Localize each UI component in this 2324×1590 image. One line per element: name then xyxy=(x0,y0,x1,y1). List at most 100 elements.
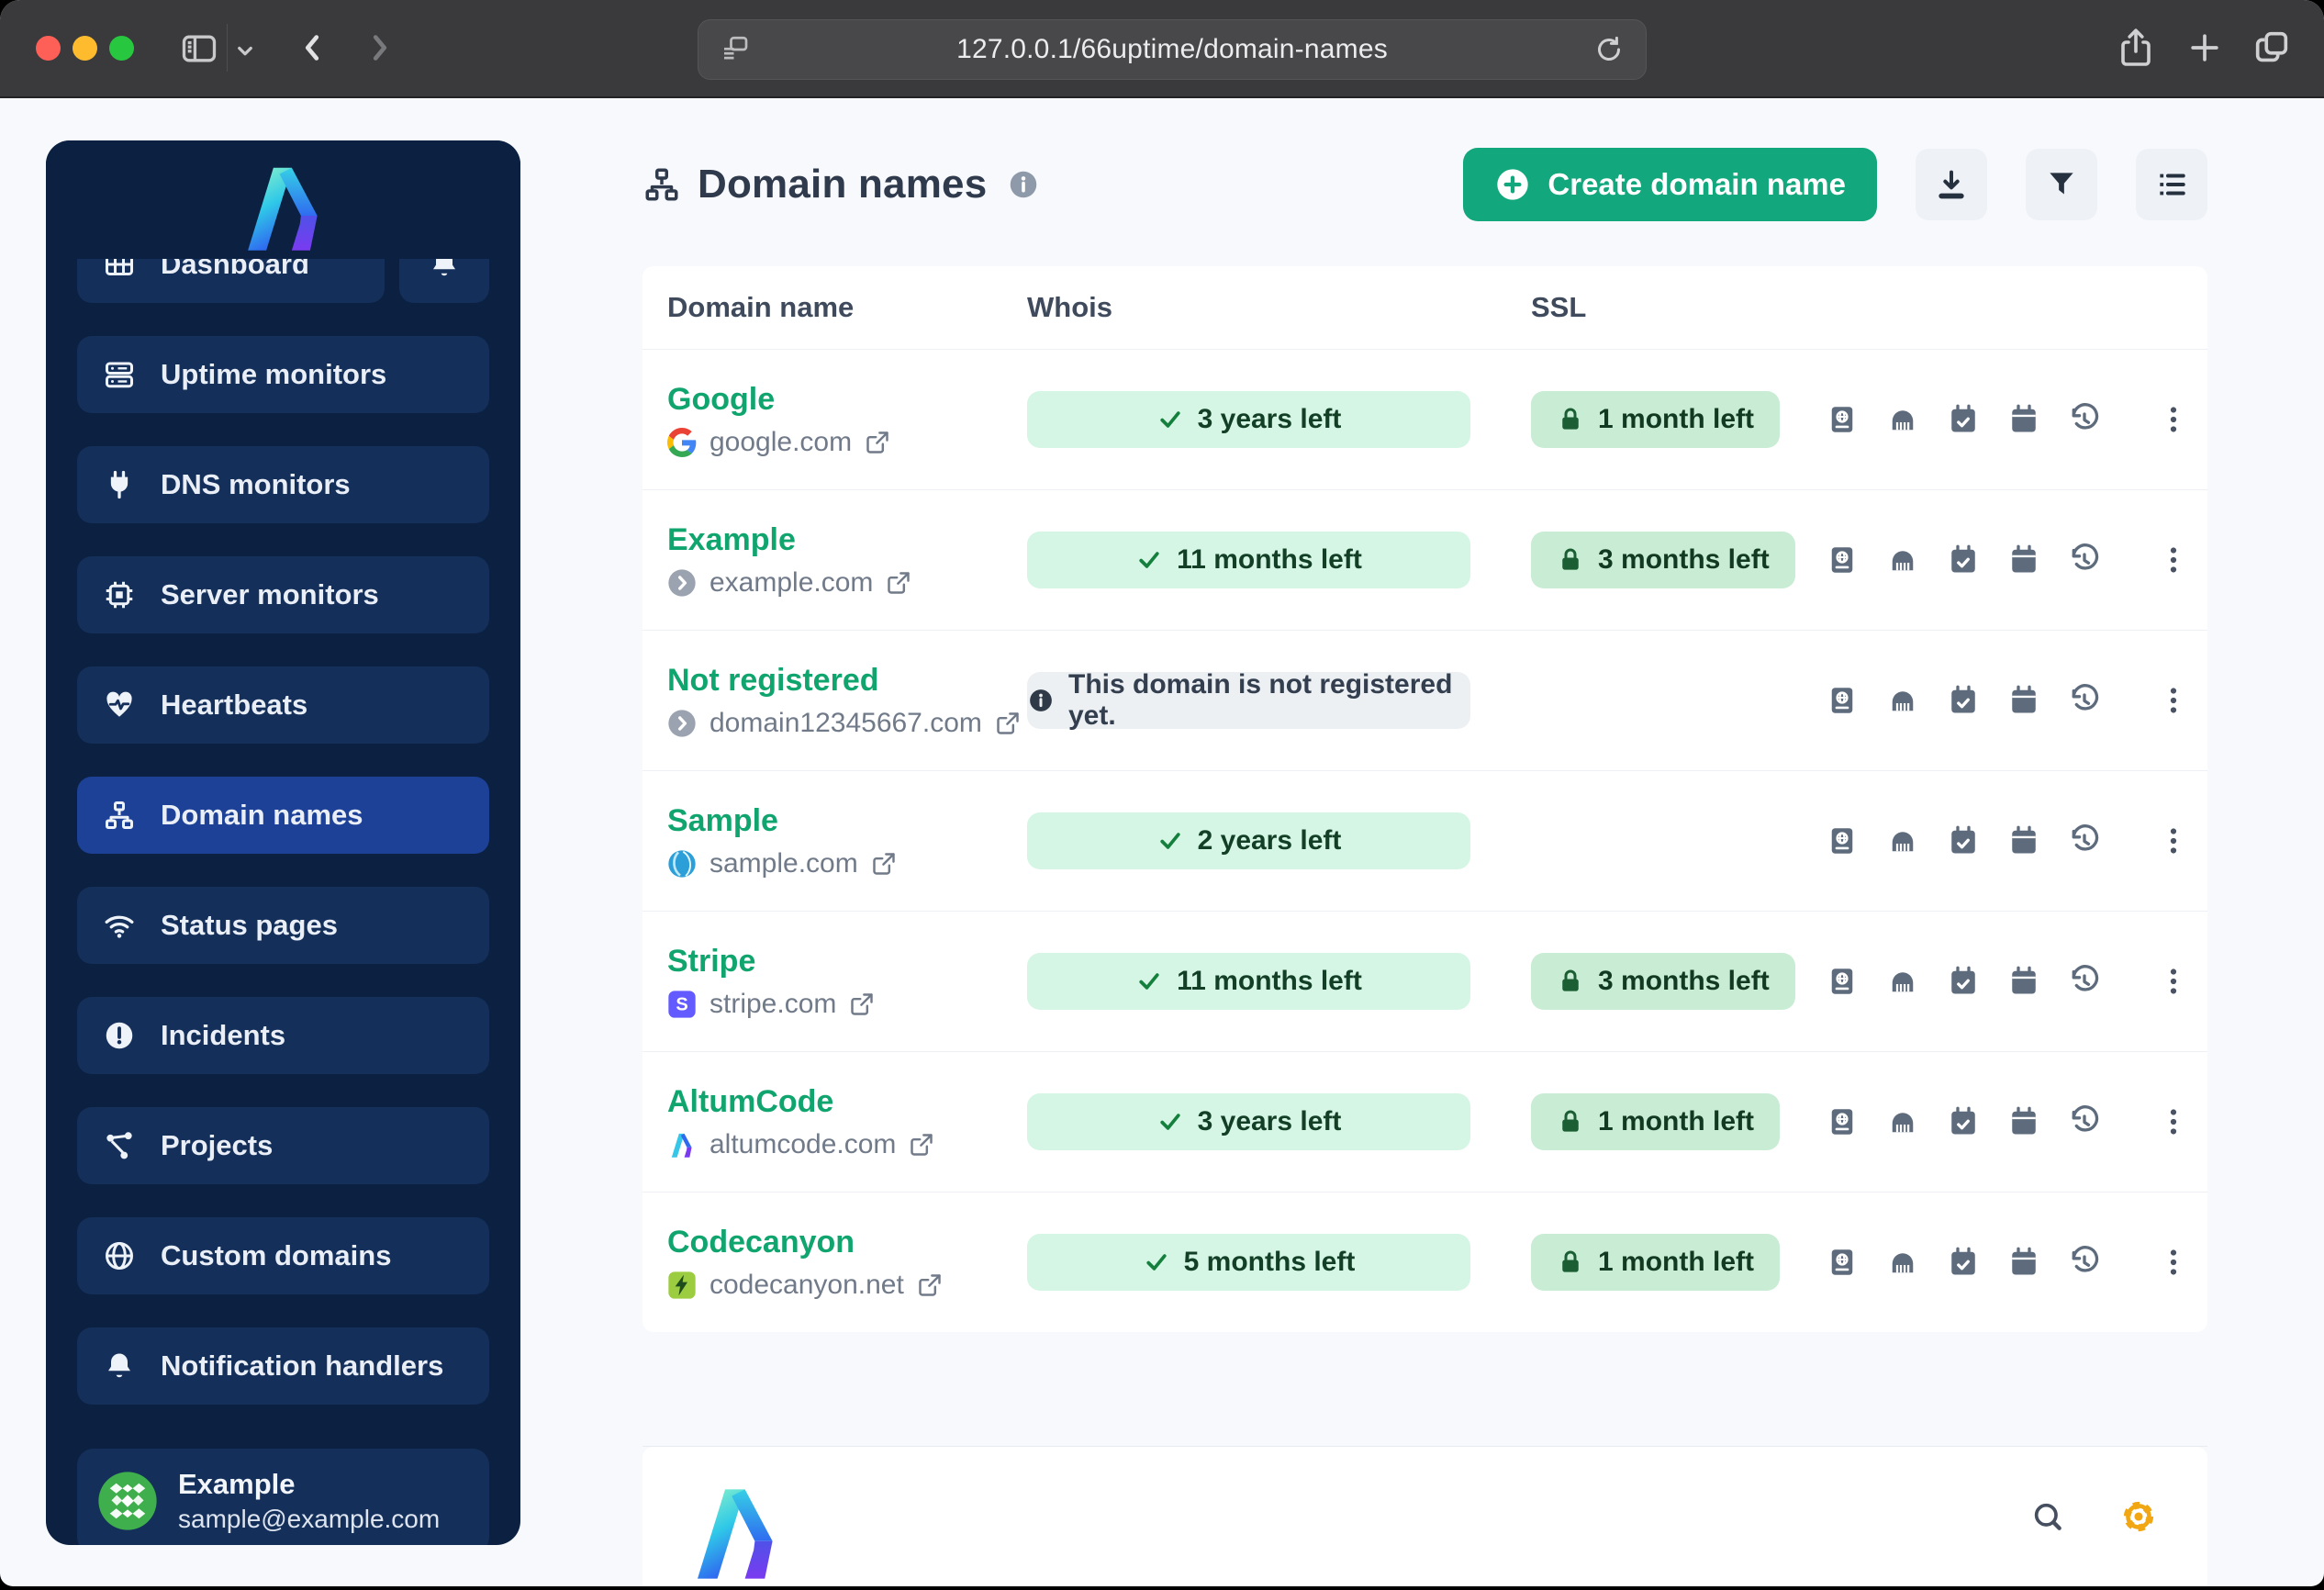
hosting-info-button[interactable] xyxy=(1885,823,1920,858)
user-menu[interactable]: Example sample@example.com xyxy=(77,1449,489,1545)
history-button[interactable] xyxy=(2067,683,2102,718)
ssl-reminders-button[interactable] xyxy=(2006,683,2041,718)
hosting-info-button[interactable] xyxy=(1885,1104,1920,1139)
row-menu-button[interactable] xyxy=(2152,403,2195,436)
domain-title-link[interactable]: Not registered xyxy=(667,663,879,699)
sidebar-item-domain-names[interactable]: Domain names xyxy=(77,777,489,854)
sidebar-item-heartbeats[interactable]: Heartbeats xyxy=(77,666,489,744)
sidebar-item-status-pages[interactable]: Status pages xyxy=(77,887,489,964)
close-window-button[interactable] xyxy=(36,36,61,61)
whois-reminders-button[interactable] xyxy=(1946,1245,1981,1280)
tab-overview-icon[interactable] xyxy=(2251,27,2293,69)
history-button[interactable] xyxy=(2067,1104,2102,1139)
ssl-reminders-button[interactable] xyxy=(2006,543,2041,577)
ssl-reminders-button[interactable] xyxy=(2006,1245,2041,1280)
row-menu-button[interactable] xyxy=(2152,1105,2195,1138)
sidebar-item-custom-domains[interactable]: Custom domains xyxy=(77,1217,489,1294)
whois-info-badge: This domain is not registered yet. xyxy=(1027,669,1470,731)
row-menu-button[interactable] xyxy=(2152,684,2195,717)
domain-title-link[interactable]: Example xyxy=(667,522,796,558)
row-menu-button[interactable] xyxy=(2152,543,2195,577)
external-link-icon[interactable] xyxy=(849,991,875,1017)
history-button[interactable] xyxy=(2067,402,2102,437)
whois-reminders-button[interactable] xyxy=(1946,823,1981,858)
whois-reminders-button[interactable] xyxy=(1946,683,1981,718)
history-button[interactable] xyxy=(2067,964,2102,999)
row-menu-button[interactable] xyxy=(2152,824,2195,857)
ssl-reminders-button[interactable] xyxy=(2006,1104,2041,1139)
filter-button[interactable] xyxy=(2026,149,2097,220)
history-button[interactable] xyxy=(2067,543,2102,577)
zoom-window-button[interactable] xyxy=(109,36,134,61)
whois-reminders-button[interactable] xyxy=(1946,543,1981,577)
address-bar[interactable]: 127.0.0.1/66uptime/domain-names xyxy=(698,19,1647,80)
calendar-check-icon xyxy=(1947,684,1980,717)
back-button[interactable] xyxy=(292,27,334,69)
hosting-info-button[interactable] xyxy=(1885,402,1920,437)
info-icon[interactable] xyxy=(1007,168,1040,201)
ssl-cell: 1 month left xyxy=(1531,1093,1806,1150)
history-icon xyxy=(2068,684,2101,717)
page-settings-icon[interactable] xyxy=(719,33,752,66)
lock-icon xyxy=(1557,968,1584,995)
sidebar-item-incidents[interactable]: Incidents xyxy=(77,997,489,1074)
history-button[interactable] xyxy=(2067,823,2102,858)
domain-title-link[interactable]: Google xyxy=(667,382,775,418)
export-button[interactable] xyxy=(1916,149,1987,220)
notifications-bell-button[interactable] xyxy=(399,259,489,303)
whois-reminders-button[interactable] xyxy=(1946,402,1981,437)
whois-details-button[interactable] xyxy=(1825,1245,1860,1280)
settings-button[interactable] xyxy=(2119,1497,2158,1536)
forward-button[interactable] xyxy=(358,27,400,69)
whois-reminders-button[interactable] xyxy=(1946,1104,1981,1139)
row-menu-button[interactable] xyxy=(2152,965,2195,998)
hosting-info-button[interactable] xyxy=(1885,543,1920,577)
sidebar-item-uptime-monitors[interactable]: Uptime monitors xyxy=(77,336,489,413)
hosting-info-button[interactable] xyxy=(1885,964,1920,999)
calendar-icon xyxy=(2007,1105,2040,1138)
sidebar-toggle-icon[interactable] xyxy=(179,28,219,69)
domain-title-link[interactable]: AltumCode xyxy=(667,1084,833,1120)
chevron-down-icon[interactable] xyxy=(231,37,259,64)
whois-details-button[interactable] xyxy=(1825,543,1860,577)
passport-icon xyxy=(1826,965,1859,998)
search-button[interactable] xyxy=(2029,1498,2066,1535)
external-link-icon[interactable] xyxy=(917,1272,943,1298)
whois-details-button[interactable] xyxy=(1825,964,1860,999)
history-button[interactable] xyxy=(2067,1245,2102,1280)
domain-title-link[interactable]: Sample xyxy=(667,803,778,839)
share-icon[interactable] xyxy=(2114,26,2158,70)
whois-details-button[interactable] xyxy=(1825,683,1860,718)
bell-icon xyxy=(102,1349,137,1383)
ssl-reminders-button[interactable] xyxy=(2006,964,2041,999)
ssl-reminders-button[interactable] xyxy=(2006,823,2041,858)
whois-details-button[interactable] xyxy=(1825,1104,1860,1139)
external-link-icon[interactable] xyxy=(865,430,890,455)
whois-details-button[interactable] xyxy=(1825,823,1860,858)
sidebar-item-server-monitors[interactable]: Server monitors xyxy=(77,556,489,633)
external-link-icon[interactable] xyxy=(909,1132,934,1158)
sidebar-item-projects[interactable]: Projects xyxy=(77,1107,489,1184)
row-menu-button[interactable] xyxy=(2152,1246,2195,1279)
minimize-window-button[interactable] xyxy=(73,36,97,61)
domain-url: google.com xyxy=(709,426,853,457)
reload-icon[interactable] xyxy=(1592,33,1626,66)
ssl-reminders-button[interactable] xyxy=(2006,402,2041,437)
domain-title-link[interactable]: Stripe xyxy=(667,944,755,980)
external-link-icon[interactable] xyxy=(871,851,897,877)
list-view-button[interactable] xyxy=(2136,149,2207,220)
create-domain-name-button[interactable]: Create domain name xyxy=(1463,148,1877,221)
new-tab-icon[interactable] xyxy=(2184,28,2225,68)
whois-details-button[interactable] xyxy=(1825,402,1860,437)
whois-reminders-button[interactable] xyxy=(1946,964,1981,999)
whois-badge: 3 years left xyxy=(1027,1093,1470,1150)
external-link-icon[interactable] xyxy=(886,570,911,596)
browser-toolbar: 127.0.0.1/66uptime/domain-names xyxy=(0,0,2324,98)
hosting-info-button[interactable] xyxy=(1885,1245,1920,1280)
sidebar-item-dashboard[interactable]: Dashboard xyxy=(77,259,385,303)
hosting-info-button[interactable] xyxy=(1885,683,1920,718)
domain-title-link[interactable]: Codecanyon xyxy=(667,1225,855,1260)
sidebar-item-notification-handlers[interactable]: Notification handlers xyxy=(77,1327,489,1405)
sidebar-item-dns-monitors[interactable]: DNS monitors xyxy=(77,446,489,523)
external-link-icon[interactable] xyxy=(995,711,1021,736)
